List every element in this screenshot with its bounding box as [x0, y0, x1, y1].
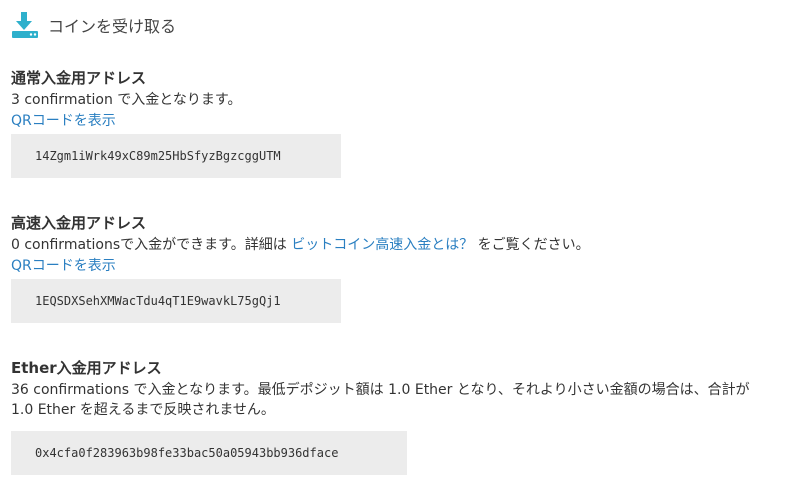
- normal-deposit-section: 通常入金用アドレス 3 confirmation で入金となります。 QRコード…: [11, 68, 793, 178]
- fast-deposit-title: 高速入金用アドレス: [11, 214, 147, 232]
- fast-deposit-description-suffix: をご覧ください。: [477, 237, 590, 253]
- page-title: コインを受け取る: [48, 17, 177, 36]
- ether-deposit-title: Ether入金用アドレス: [11, 359, 162, 377]
- normal-deposit-description: 3 confirmation で入金となります。: [11, 92, 242, 108]
- normal-deposit-title: 通常入金用アドレス: [11, 69, 147, 87]
- ether-deposit-address[interactable]: 0x4cfa0f283963b98fe33bac50a05943bb936dfa…: [11, 431, 407, 475]
- normal-show-qr-link[interactable]: QRコードを表示: [11, 111, 116, 131]
- fast-deposit-section: 高速入金用アドレス 0 confirmationsで入金ができます。詳細は ビッ…: [11, 213, 793, 323]
- fast-show-qr-link[interactable]: QRコードを表示: [11, 256, 116, 276]
- fast-deposit-description: 0 confirmationsで入金ができます。詳細は ビットコイン高速入金とは…: [11, 235, 776, 255]
- download-icon: [10, 10, 40, 40]
- fast-deposit-address[interactable]: 1EQSDXSehXMWacTdu4qT1E9wavkL75gQj1: [11, 279, 341, 323]
- ether-deposit-section: Ether入金用アドレス 36 confirmations で入金となります。最…: [11, 358, 793, 475]
- ether-deposit-description: 36 confirmations で入金となります。最低デポジット額は 1.0 …: [11, 382, 750, 418]
- fast-deposit-help-link[interactable]: ビットコイン高速入金とは？: [291, 237, 473, 253]
- fast-deposit-description-prefix: 0 confirmationsで入金ができます。詳細は: [11, 237, 287, 253]
- normal-deposit-address[interactable]: 14Zgm1iWrk49xC89m25HbSfyzBgzcggUTM: [11, 134, 341, 178]
- page-header: コインを受け取る: [10, 10, 176, 40]
